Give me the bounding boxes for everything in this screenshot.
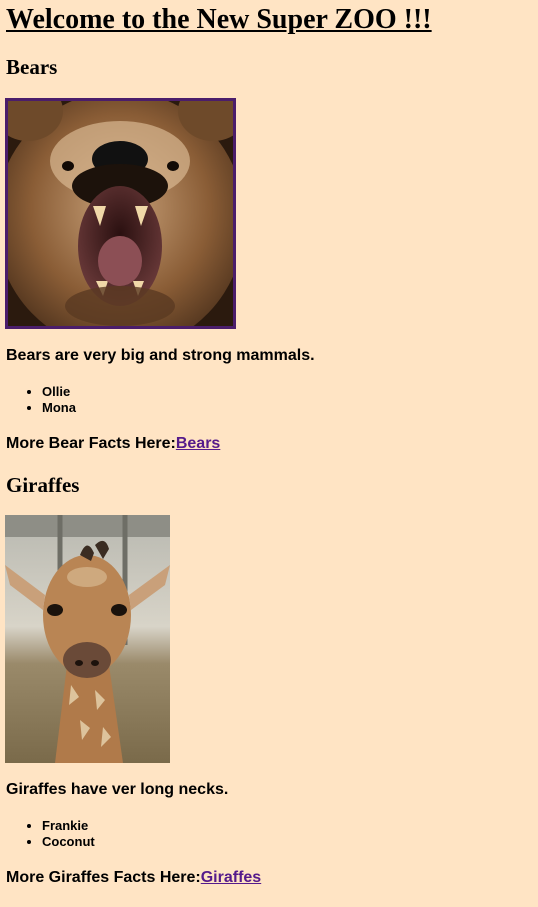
- list-item: Ollie: [42, 384, 76, 400]
- bears-more-facts: More Bear Facts Here:Bears: [6, 435, 220, 453]
- giraffes-more-label: More Giraffes Facts Here:: [6, 869, 201, 886]
- bears-link[interactable]: Bears: [176, 435, 220, 452]
- page-title: Welcome to the New Super ZOO !!!: [6, 4, 432, 35]
- giraffes-description: Giraffes have ver long necks.: [6, 781, 229, 798]
- bear-image: [5, 98, 236, 329]
- bears-name-list: Ollie Mona: [6, 384, 76, 416]
- list-item: Frankie: [42, 818, 95, 834]
- giraffes-name-list: Frankie Coconut: [6, 818, 95, 850]
- bears-more-label: More Bear Facts Here:: [6, 435, 176, 452]
- bears-description: Bears are very big and strong mammals.: [6, 347, 315, 364]
- giraffes-heading: Giraffes: [6, 473, 80, 497]
- list-item: Coconut: [42, 834, 95, 850]
- giraffes-link[interactable]: Giraffes: [201, 869, 261, 886]
- bear-photo-icon: [8, 101, 233, 326]
- list-item: Mona: [42, 400, 76, 416]
- giraffe-photo-icon: [5, 515, 170, 763]
- bears-heading: Bears: [6, 55, 58, 79]
- giraffe-image: [5, 515, 170, 763]
- giraffes-more-facts: More Giraffes Facts Here:Giraffes: [6, 869, 261, 887]
